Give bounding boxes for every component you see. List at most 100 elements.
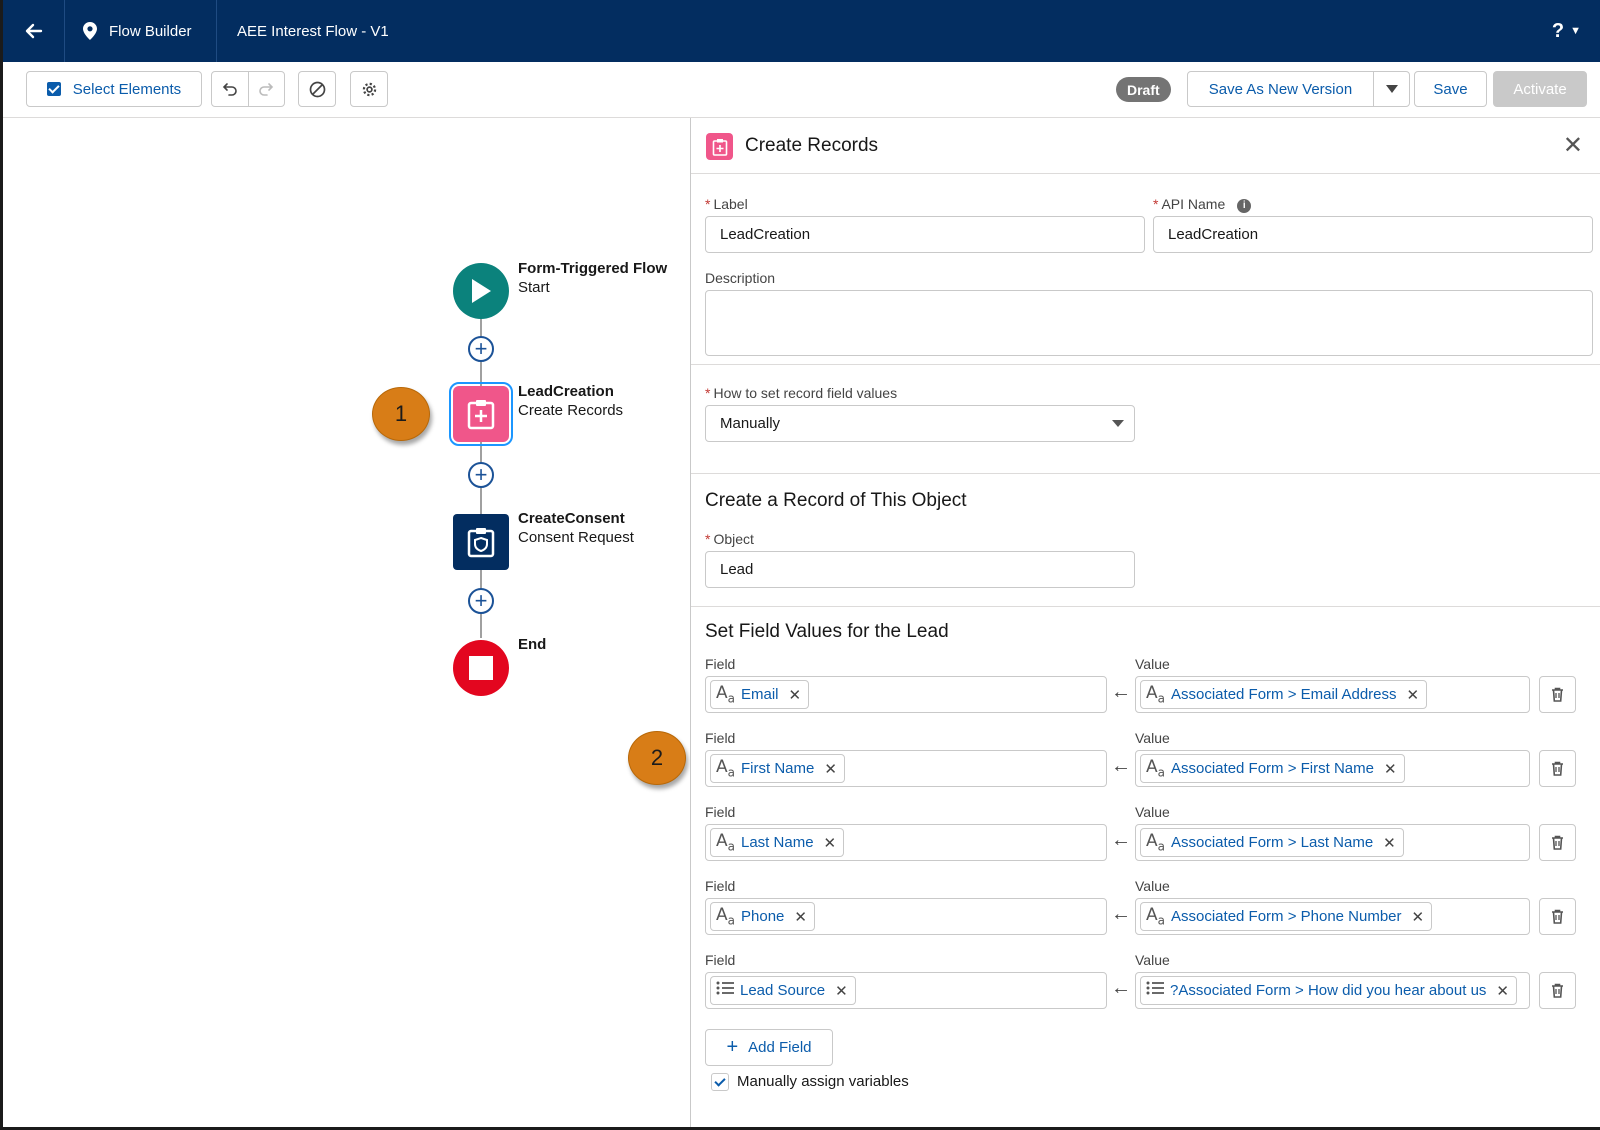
value-pill[interactable]: ?Associated Form > How did you hear abou… — [1140, 976, 1517, 1005]
flow-canvas[interactable]: Form-Triggered Flow Start + 1 LeadCreati… — [6, 118, 690, 1127]
value-pill[interactable]: Aa Associated Form > Last Name ✕ — [1140, 828, 1404, 857]
field-input[interactable]: Lead Source ✕ — [705, 972, 1107, 1009]
manually-assign-checkbox[interactable] — [711, 1073, 729, 1091]
field-pill[interactable]: Aa Phone ✕ — [710, 902, 815, 931]
value-input[interactable]: Aa Associated Form > First Name ✕ — [1135, 750, 1530, 787]
value-column-label: Value — [1135, 656, 1170, 672]
start-node-title: Form-Triggered Flow — [518, 260, 668, 277]
lead-node-title: LeadCreation — [518, 383, 614, 400]
text-type-icon: Aa — [716, 683, 735, 706]
create-consent-node[interactable] — [453, 514, 509, 570]
object-input[interactable]: Lead — [705, 551, 1135, 588]
value-pill-label: Associated Form > Phone Number — [1171, 908, 1402, 925]
save-button[interactable]: Save — [1414, 71, 1487, 107]
field-pill[interactable]: Aa Email ✕ — [710, 680, 810, 709]
help-menu[interactable]: ? ▼ — [1552, 0, 1581, 62]
chevron-down-icon — [1385, 85, 1398, 93]
description-textarea[interactable] — [705, 290, 1593, 356]
create-records-icon — [467, 400, 495, 430]
value-column-label: Value — [1135, 804, 1170, 820]
redo-icon — [259, 83, 274, 96]
stop-icon — [469, 656, 493, 680]
value-column-label: Value — [1135, 952, 1170, 968]
add-field-button[interactable]: + Add Field — [705, 1029, 833, 1066]
remove-icon[interactable]: ✕ — [1407, 686, 1420, 704]
delete-row-button[interactable] — [1539, 824, 1576, 861]
add-field-label: Add Field — [748, 1039, 812, 1056]
lead-creation-node[interactable] — [449, 382, 513, 446]
remove-icon[interactable]: ✕ — [1383, 834, 1396, 852]
remove-icon[interactable]: ✕ — [789, 686, 802, 704]
field-pill[interactable]: Aa Last Name ✕ — [710, 828, 845, 857]
add-element-button[interactable]: + — [468, 588, 494, 614]
select-elements-button[interactable]: Select Elements — [26, 71, 202, 107]
undo-redo-group — [211, 71, 285, 107]
settings-button[interactable] — [350, 71, 388, 107]
lead-node-subtitle: Create Records — [518, 402, 624, 419]
field-column-label: Field — [705, 656, 736, 672]
field-pill-label: Lead Source — [740, 982, 826, 999]
errors-button[interactable] — [298, 71, 336, 107]
close-icon[interactable]: ✕ — [1563, 131, 1583, 160]
add-element-button[interactable]: + — [468, 336, 494, 362]
field-input[interactable]: Aa First Name ✕ — [705, 750, 1107, 787]
how-to-set-select[interactable]: Manually — [705, 405, 1135, 442]
text-type-icon: Aa — [1146, 905, 1165, 928]
delete-row-button[interactable] — [1539, 750, 1576, 787]
trash-icon — [1552, 687, 1563, 702]
remove-icon[interactable]: ✕ — [824, 834, 837, 852]
trash-icon — [1552, 835, 1563, 850]
field-pill[interactable]: Lead Source ✕ — [710, 976, 856, 1005]
redo-button[interactable] — [247, 72, 285, 106]
back-button[interactable] — [3, 0, 65, 62]
value-pill[interactable]: Aa Associated Form > First Name ✕ — [1140, 754, 1405, 783]
api-name-input[interactable]: LeadCreation — [1153, 216, 1593, 253]
callout-badge-2: 2 — [628, 731, 686, 785]
end-node[interactable] — [453, 640, 509, 696]
start-node-label: Form-Triggered Flow Start — [518, 259, 667, 297]
arrow-left-icon: ← — [1111, 903, 1131, 925]
field-input[interactable]: Aa Email ✕ — [705, 676, 1107, 713]
panel-title: Create Records — [745, 135, 879, 156]
trash-icon — [1552, 761, 1563, 776]
field-input[interactable]: Aa Phone ✕ — [705, 898, 1107, 935]
app-frame: Flow Builder AEE Interest Flow - V1 ? ▼ … — [0, 0, 1600, 1130]
arrow-left-icon: ← — [1111, 829, 1131, 851]
app-name: Flow Builder — [65, 0, 217, 62]
remove-icon[interactable]: ✕ — [835, 982, 848, 1000]
remove-icon[interactable]: ✕ — [824, 760, 837, 778]
consent-shield-icon — [467, 528, 495, 558]
value-input[interactable]: Aa Associated Form > Email Address ✕ — [1135, 676, 1530, 713]
value-input[interactable]: Aa Associated Form > Last Name ✕ — [1135, 824, 1530, 861]
value-pill[interactable]: Aa Associated Form > Email Address ✕ — [1140, 680, 1428, 709]
info-icon[interactable]: i — [1237, 198, 1252, 213]
text-type-icon: Aa — [1146, 757, 1165, 780]
remove-icon[interactable]: ✕ — [1496, 982, 1509, 1000]
remove-icon[interactable]: ✕ — [794, 908, 807, 926]
value-pill-label: ?Associated Form > How did you hear abou… — [1170, 982, 1487, 999]
field-input[interactable]: Aa Last Name ✕ — [705, 824, 1107, 861]
value-pill[interactable]: Aa Associated Form > Phone Number ✕ — [1140, 902, 1433, 931]
start-node[interactable] — [453, 263, 509, 319]
delete-row-button[interactable] — [1539, 898, 1576, 935]
remove-icon[interactable]: ✕ — [1412, 908, 1425, 926]
remove-icon[interactable]: ✕ — [1384, 760, 1397, 778]
text-type-icon: Aa — [716, 905, 735, 928]
value-input[interactable]: ?Associated Form > How did you hear abou… — [1135, 972, 1530, 1009]
value-pill-label: Associated Form > Last Name — [1171, 834, 1374, 851]
delete-row-button[interactable] — [1539, 972, 1576, 1009]
save-options-dropdown[interactable] — [1373, 71, 1410, 107]
field-pill[interactable]: Aa First Name ✕ — [710, 754, 845, 783]
arrow-left-icon: ← — [1111, 977, 1131, 999]
save-as-new-version-button[interactable]: Save As New Version — [1187, 71, 1374, 107]
location-pin-icon — [83, 22, 97, 40]
label-input[interactable]: LeadCreation — [705, 216, 1145, 253]
delete-row-button[interactable] — [1539, 676, 1576, 713]
undo-button[interactable] — [212, 72, 248, 106]
add-element-button[interactable]: + — [468, 462, 494, 488]
manually-assign-label: Manually assign variables — [737, 1073, 909, 1090]
activate-button[interactable]: Activate — [1493, 71, 1587, 107]
value-column-label: Value — [1135, 878, 1170, 894]
trash-icon — [1552, 909, 1563, 924]
value-input[interactable]: Aa Associated Form > Phone Number ✕ — [1135, 898, 1530, 935]
